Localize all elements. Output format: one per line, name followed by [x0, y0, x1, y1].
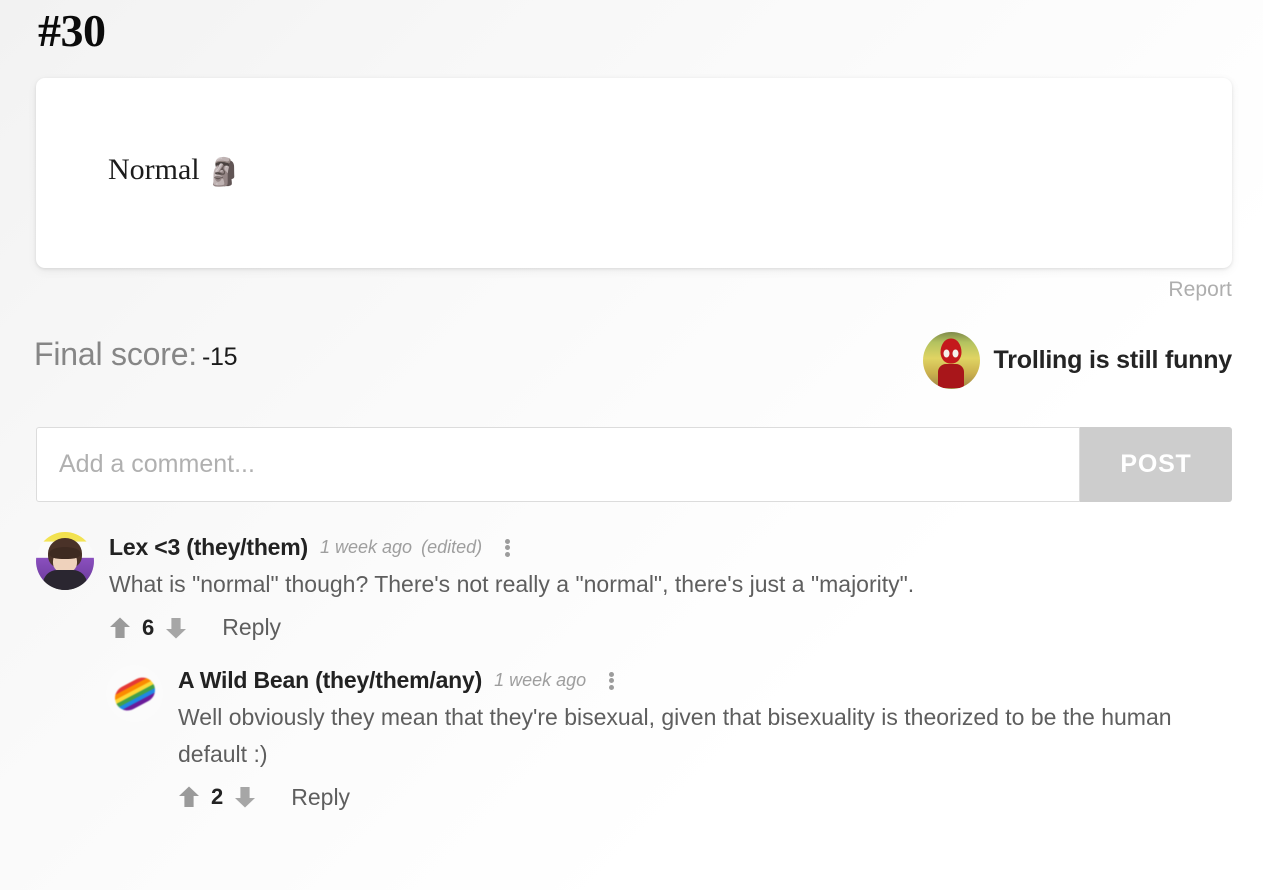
comment-list: Lex <3 (they/them) 1 week ago (edited) W… — [36, 532, 1236, 819]
comment-input[interactable] — [36, 427, 1080, 502]
avatar-body-icon — [43, 570, 87, 590]
comment-reply-button[interactable]: Reply — [222, 614, 281, 641]
dot — [504, 551, 510, 557]
final-score-label: Final score: — [34, 336, 197, 372]
avatar-face-icon — [940, 338, 962, 364]
comment-text: What is "normal" though? There's not rea… — [109, 571, 915, 597]
comment-vote-count: 2 — [211, 784, 224, 810]
avatar[interactable] — [106, 665, 163, 723]
avatar[interactable] — [922, 332, 980, 389]
avatar-fringe-icon — [49, 547, 81, 559]
downvote-icon[interactable] — [234, 785, 256, 809]
dot — [608, 684, 614, 690]
comment-overflow-menu-icon[interactable] — [602, 670, 620, 692]
comment-item: Lex <3 (they/them) 1 week ago (edited) W… — [36, 532, 1236, 641]
comment-timestamp: 1 week ago — [494, 670, 587, 691]
final-score-value: -15 — [202, 343, 238, 371]
avatar-eye-left-icon — [943, 349, 950, 358]
downvote-icon[interactable] — [165, 616, 187, 640]
comment-overflow-menu-icon[interactable] — [498, 537, 516, 559]
final-score: Final score: -15 — [34, 336, 238, 373]
comment-composer: POST — [36, 427, 1232, 502]
comment-header: Lex <3 (they/them) 1 week ago (edited) — [109, 532, 1236, 563]
dot — [608, 671, 614, 677]
avatar-rainbow-bean-icon — [110, 672, 159, 715]
comment-body: A Wild Bean (they/them/any) 1 week ago W… — [178, 665, 1236, 811]
avatar-body-icon — [938, 364, 965, 389]
upvote-icon[interactable] — [109, 616, 131, 640]
upvote-icon[interactable] — [178, 785, 200, 809]
comment-vote-count: 6 — [142, 614, 155, 640]
comment-timestamp: 1 week ago — [320, 537, 413, 557]
comment-edited-badge: (edited) — [421, 537, 483, 557]
comment-author-name[interactable]: A Wild Bean (they/them/any) — [178, 667, 482, 694]
post-card-text-value: Normal — [108, 153, 208, 186]
comment-vote-row: 6 Reply — [109, 614, 1236, 641]
post-comment-button[interactable]: POST — [1080, 427, 1232, 502]
page-root: #30 Normal 🗿 Report Final score: -15 Tro… — [0, 0, 1263, 890]
report-link[interactable]: Report — [1168, 278, 1232, 302]
dot — [504, 538, 510, 544]
post-card: Normal 🗿 — [36, 78, 1232, 268]
comment-text: Well obviously they mean that they're bi… — [178, 704, 1172, 767]
avatar[interactable] — [36, 532, 94, 590]
comment-item: A Wild Bean (they/them/any) 1 week ago W… — [106, 665, 1236, 811]
dot — [608, 678, 614, 684]
post-number: #30 — [38, 5, 106, 56]
moai-emoji-icon: 🗿 — [207, 157, 241, 187]
post-author-name: Trolling is still funny — [993, 346, 1233, 374]
post-card-text: Normal 🗿 — [108, 152, 241, 188]
avatar-eye-right-icon — [952, 349, 959, 358]
comment-header: A Wild Bean (they/them/any) 1 week ago — [178, 665, 1236, 696]
comment-author-name[interactable]: Lex <3 (they/them) — [109, 534, 308, 561]
comment-vote-row: 2 Reply — [178, 784, 1236, 811]
dot — [504, 545, 510, 550]
post-author[interactable]: Trolling is still funny — [922, 332, 1233, 389]
comment-reply-button[interactable]: Reply — [291, 784, 350, 811]
comment-body: Lex <3 (they/them) 1 week ago (edited) W… — [109, 532, 1236, 641]
